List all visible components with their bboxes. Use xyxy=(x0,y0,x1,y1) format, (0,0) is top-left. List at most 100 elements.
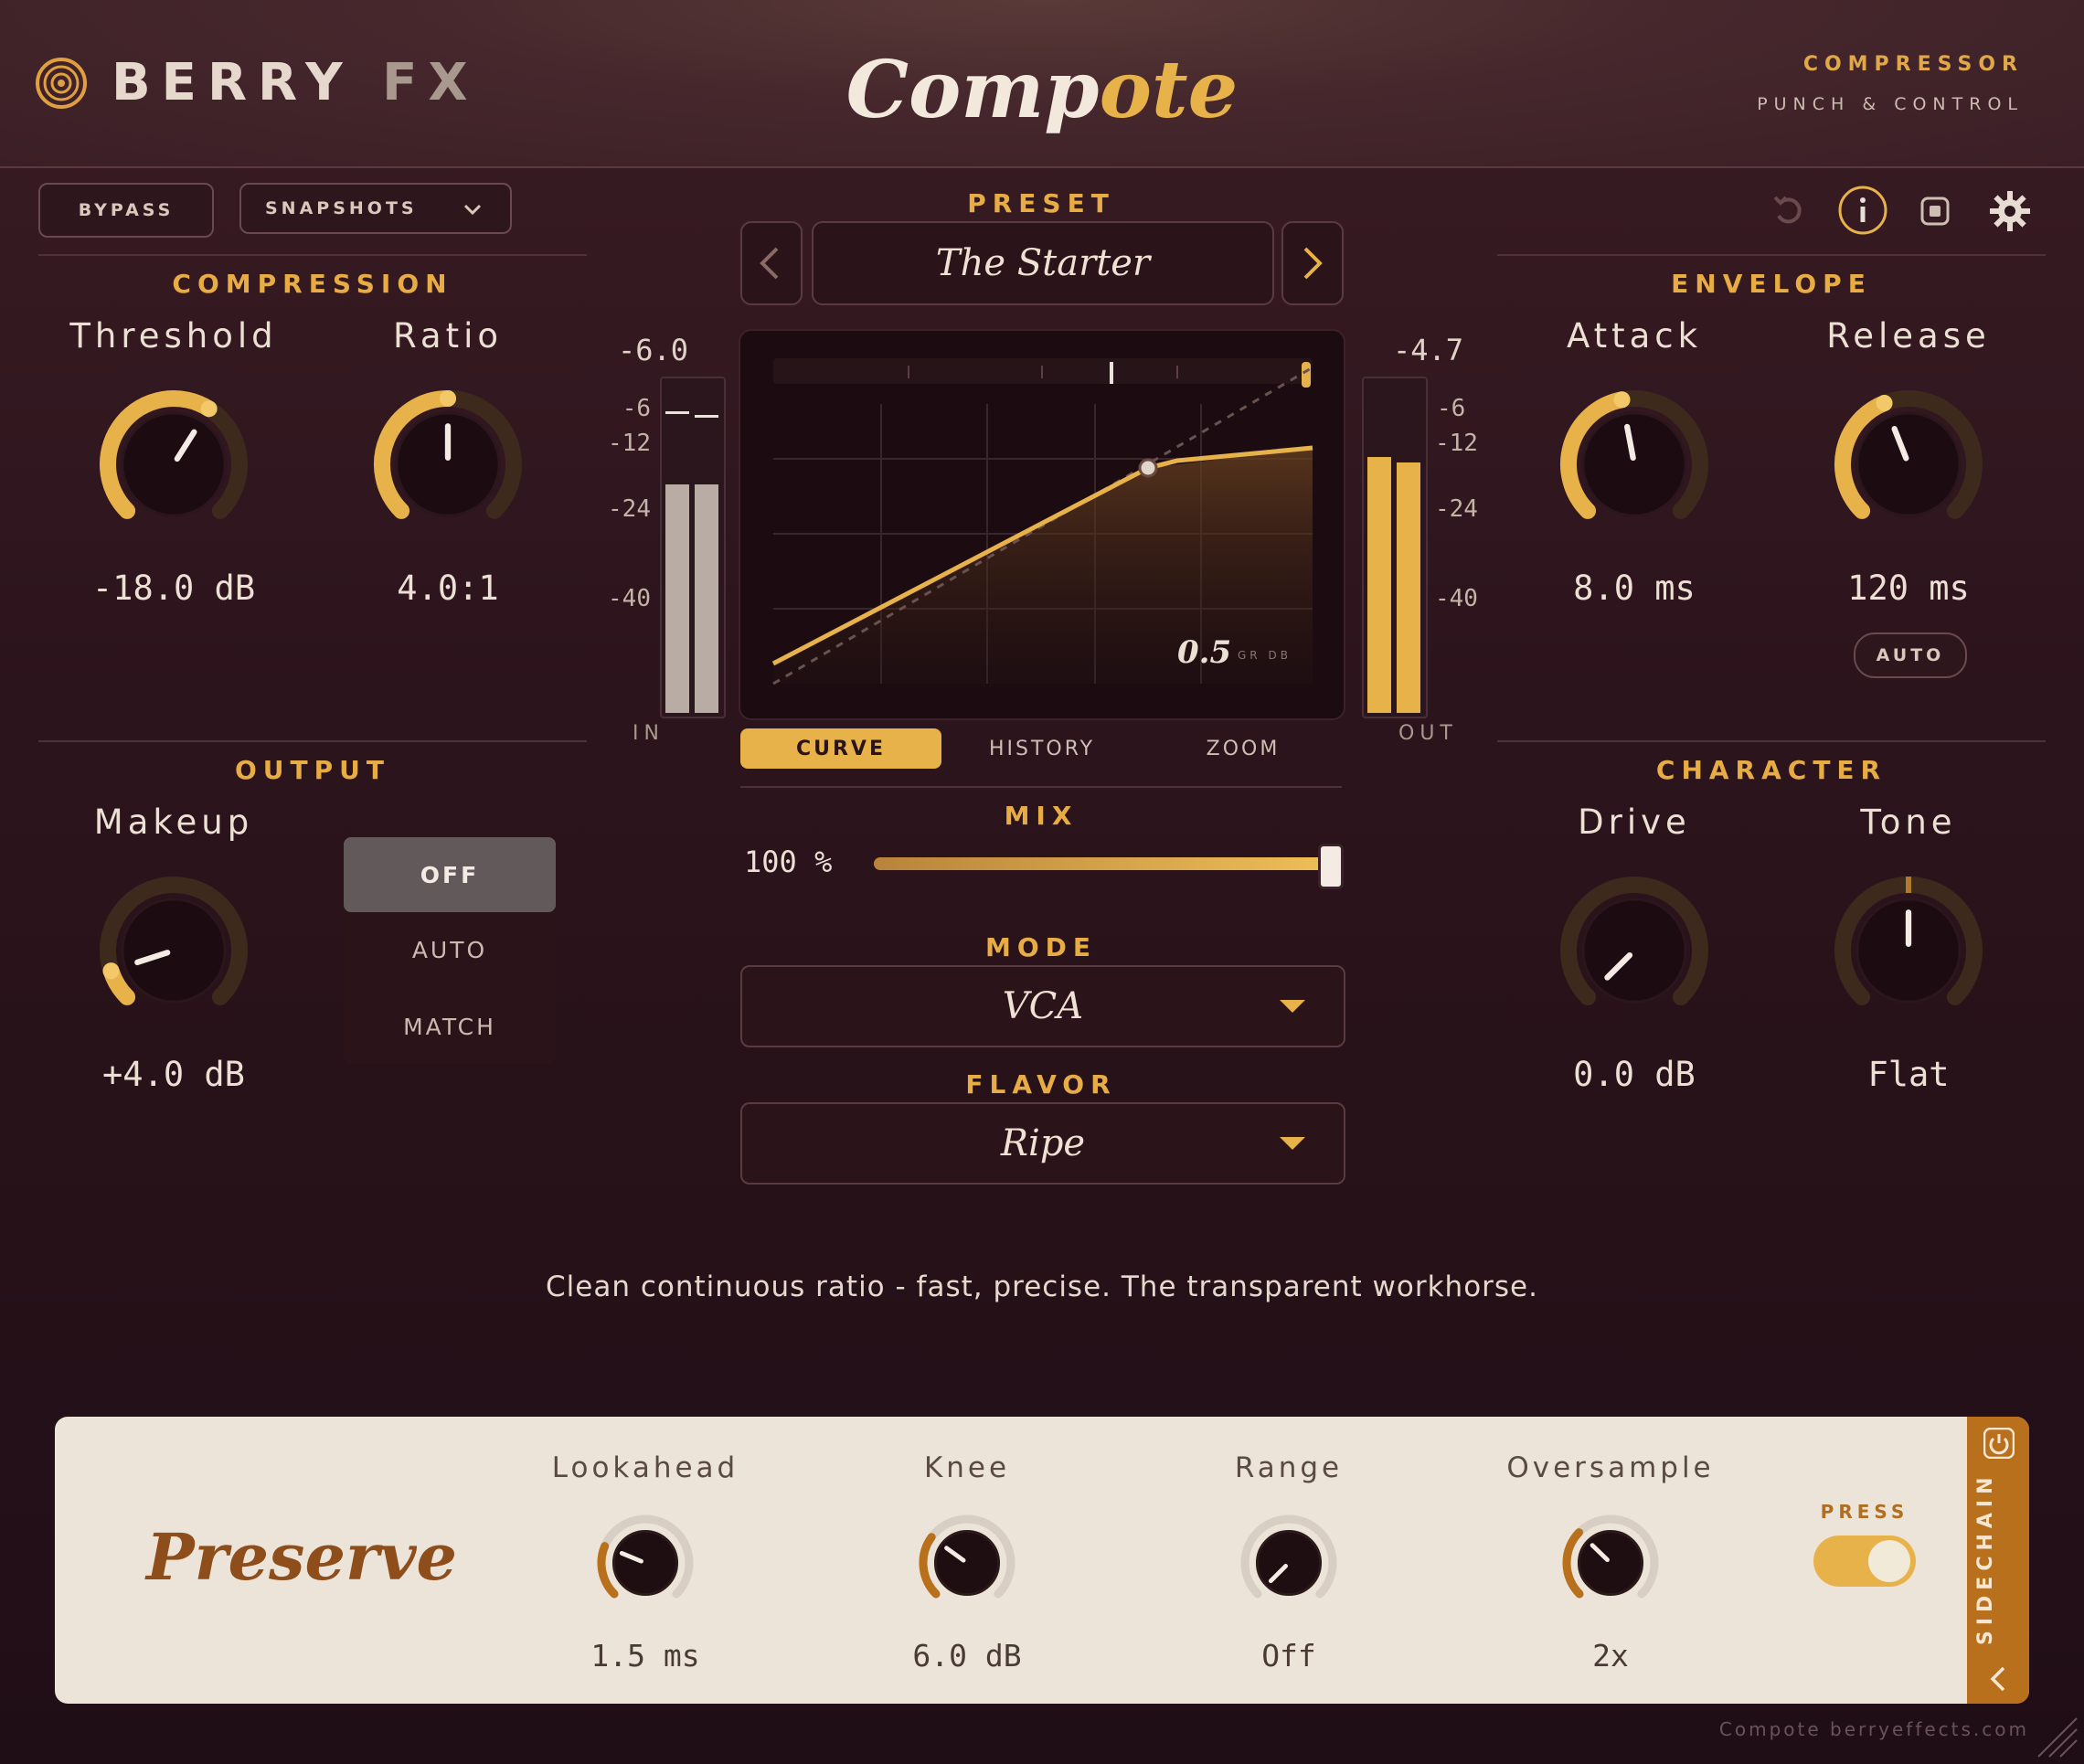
mix-title: MIX xyxy=(1004,801,1079,831)
makeup-mode-selector: OFF AUTO MATCH xyxy=(344,837,556,1064)
auto-label: AUTO xyxy=(1876,645,1945,665)
oversample-knob[interactable] xyxy=(1556,1508,1665,1618)
oversample-label: Oversample xyxy=(1506,1451,1715,1484)
resize-handle-icon[interactable] xyxy=(2031,1711,2079,1759)
input-scale-40: -40 xyxy=(608,585,651,612)
knob-body xyxy=(121,411,227,517)
divider xyxy=(740,786,1342,788)
mix-slider-fill xyxy=(874,857,1342,870)
range-knob[interactable] xyxy=(1234,1508,1344,1618)
tab-curve[interactable]: CURVE xyxy=(740,728,941,769)
drive-value: 0.0 dB xyxy=(1573,1055,1696,1094)
divider xyxy=(38,254,587,256)
title-part-a: Comp xyxy=(845,44,1100,136)
output-meter xyxy=(1362,377,1428,718)
info-icon[interactable] xyxy=(1837,185,1888,236)
tagline-top: COMPRESSOR xyxy=(1802,53,2024,76)
preset-prev-button[interactable] xyxy=(740,221,803,305)
sidechain-label: SIDECHAIN xyxy=(1974,1472,1997,1645)
flavor-description: Clean continuous ratio - fast, precise. … xyxy=(546,1270,1538,1303)
knob-arc-end xyxy=(200,400,218,418)
attack-label: Attack xyxy=(1566,316,1703,356)
mix-slider-handle[interactable] xyxy=(1318,844,1344,889)
chevron-left-icon xyxy=(760,247,779,280)
knob-body xyxy=(1255,1529,1323,1597)
drive-knob[interactable] xyxy=(1552,868,1717,1033)
ratio-knob[interactable] xyxy=(366,382,530,547)
preserve-title: Preserve xyxy=(146,1519,458,1595)
tab-history[interactable]: HISTORY xyxy=(941,728,1143,769)
knob-body xyxy=(1581,411,1687,517)
threshold-handle[interactable] xyxy=(1138,458,1158,478)
press-toggle[interactable] xyxy=(1813,1536,1916,1587)
tab-zoom[interactable]: ZOOM xyxy=(1143,728,1344,769)
knee-knob[interactable] xyxy=(912,1508,1022,1618)
power-icon[interactable] xyxy=(1983,1428,2015,1459)
tagline: COMPRESSOR PUNCH & CONTROL xyxy=(1757,53,2024,114)
transfer-curve-graph[interactable]: 0.5 GR DB xyxy=(739,329,1345,720)
knob-body xyxy=(611,1529,679,1597)
makeup-knob[interactable] xyxy=(91,868,256,1033)
oversample-value: 2x xyxy=(1592,1638,1629,1674)
knee-label: Knee xyxy=(923,1451,1011,1484)
mix-slider[interactable] xyxy=(874,844,1344,889)
tone-label: Tone xyxy=(1860,802,1957,842)
input-label: IN xyxy=(633,722,665,745)
compression-title: COMPRESSION xyxy=(172,269,453,299)
preset-name[interactable]: The Starter xyxy=(812,221,1274,305)
release-knob[interactable] xyxy=(1826,382,1991,547)
flavor-dropdown[interactable]: Ripe xyxy=(740,1102,1345,1185)
footer-text: Compote berryeffects.com xyxy=(1718,1718,2029,1740)
makeup-mode-off[interactable]: OFF xyxy=(344,837,556,912)
tagline-bottom: PUNCH & CONTROL xyxy=(1757,94,2024,114)
knob-body xyxy=(1855,411,1962,517)
output-label: OUT xyxy=(1398,722,1458,745)
knob-body xyxy=(1577,1529,1644,1597)
gr-value: 0.5 xyxy=(1177,634,1232,671)
output-title: OUTPUT xyxy=(235,755,390,785)
output-scale-6: -6 xyxy=(1437,395,1466,422)
threshold-knob[interactable] xyxy=(91,382,256,547)
input-meter-left-bar xyxy=(665,484,689,713)
release-label: Release xyxy=(1826,316,1991,356)
mode-dropdown[interactable]: VCA xyxy=(740,965,1345,1047)
caret-down-icon xyxy=(1280,1137,1305,1150)
makeup-label: Makeup xyxy=(93,802,254,842)
caret-down-icon xyxy=(1280,1000,1305,1013)
input-readout: -6.0 xyxy=(618,333,689,367)
gear-icon[interactable] xyxy=(1987,188,2033,234)
ratio-value: 4.0:1 xyxy=(397,569,499,608)
knob-body xyxy=(1581,898,1687,1004)
preset-next-button[interactable] xyxy=(1281,221,1344,305)
flavor-title: FLAVOR xyxy=(965,1069,1117,1100)
lookahead-label: Lookahead xyxy=(551,1451,739,1484)
graph-view-tabs: CURVE HISTORY ZOOM xyxy=(740,728,1344,769)
divider xyxy=(1497,254,2046,256)
makeup-value: +4.0 dB xyxy=(102,1055,245,1094)
release-auto-button[interactable]: AUTO xyxy=(1854,632,1967,678)
lookahead-knob[interactable] xyxy=(590,1508,700,1618)
makeup-mode-auto[interactable]: AUTO xyxy=(344,912,556,987)
undo-icon[interactable] xyxy=(1770,192,1806,228)
input-meter-right-bar xyxy=(695,484,718,713)
chevron-left-icon[interactable] xyxy=(1985,1663,2011,1695)
output-meter-left-bar xyxy=(1367,457,1391,713)
knee-value: 6.0 dB xyxy=(912,1638,1022,1674)
snapshots-dropdown[interactable]: SNAPSHOTS xyxy=(239,183,512,234)
bypass-button[interactable]: BYPASS xyxy=(38,183,214,238)
makeup-mode-match[interactable]: MATCH xyxy=(344,989,556,1064)
tone-knob[interactable] xyxy=(1826,868,1991,1033)
input-peak-left xyxy=(665,411,689,414)
stop-icon[interactable] xyxy=(1919,196,1951,227)
curve-fill xyxy=(773,448,1313,684)
output-scale-40: -40 xyxy=(1435,585,1478,612)
attack-knob[interactable] xyxy=(1552,382,1717,547)
knob-body xyxy=(121,898,227,1004)
input-scale-24: -24 xyxy=(608,495,651,523)
mode-value: VCA xyxy=(1002,985,1084,1027)
threshold-label: Threshold xyxy=(69,316,278,356)
range-label: Range xyxy=(1234,1451,1344,1484)
preset-title: PRESET xyxy=(967,188,1115,218)
title-part-b: ote xyxy=(1099,44,1239,136)
gr-unit: GR DB xyxy=(1238,649,1292,662)
